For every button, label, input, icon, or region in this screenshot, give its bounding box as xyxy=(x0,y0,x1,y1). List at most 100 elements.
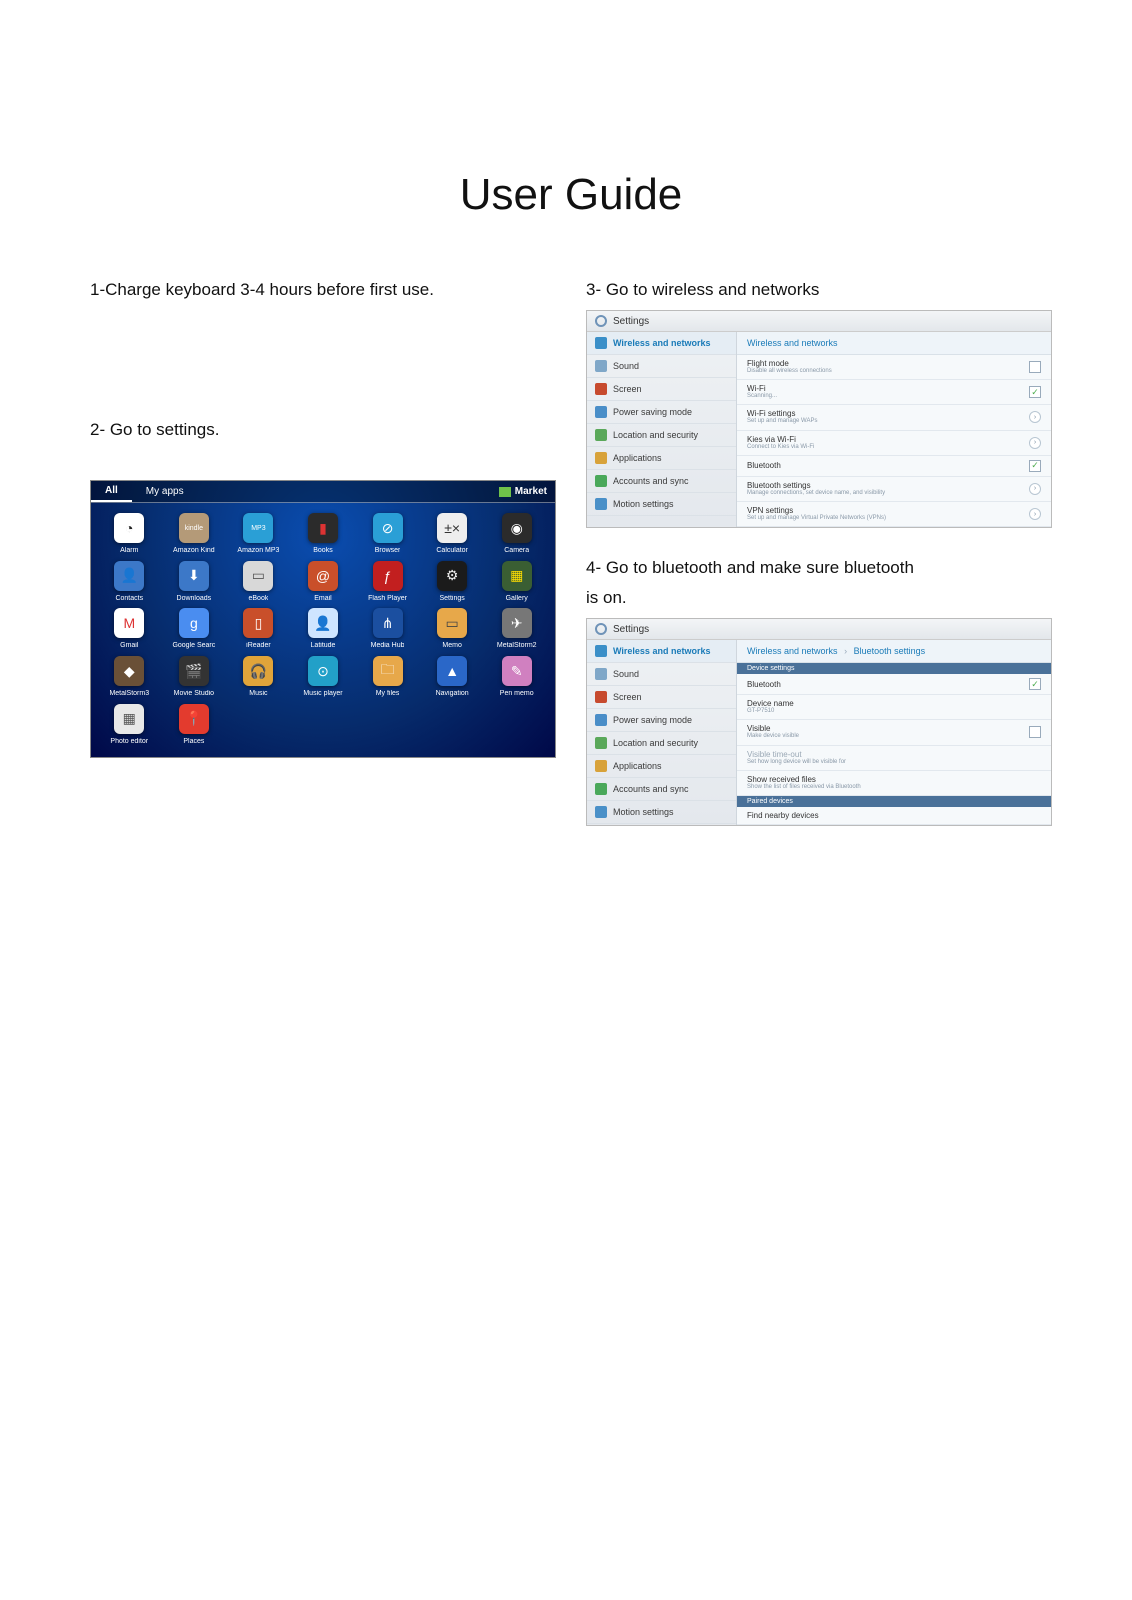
row-sub: Scanning... xyxy=(747,393,1029,400)
app-settings[interactable]: ⚙Settings xyxy=(422,561,483,603)
breadcrumb-1[interactable]: Wireless and networks xyxy=(747,646,838,656)
app-movie-studio[interactable]: 🎬Movie Studio xyxy=(164,656,225,698)
sidebar-item-wireless-and-networks[interactable]: Wireless and networks xyxy=(587,640,736,663)
app-memo[interactable]: ▭Memo xyxy=(422,608,483,650)
sidebar-icon xyxy=(595,452,607,464)
row-wi-fi-settings[interactable]: Wi-Fi settingsSet up and manage WAPs› xyxy=(737,405,1051,430)
app-alarm[interactable]: ◔Alarm xyxy=(99,513,160,555)
app-label: Email xyxy=(314,595,332,603)
row-bluetooth-settings[interactable]: Bluetooth settingsManage connections, se… xyxy=(737,477,1051,502)
app-places[interactable]: 📍Places xyxy=(164,704,225,746)
app-gmail[interactable]: MGmail xyxy=(99,608,160,650)
checkbox-on-icon[interactable]: ✓ xyxy=(1029,678,1041,690)
sidebar-item-sound[interactable]: Sound xyxy=(587,355,736,378)
app-metalstorm2[interactable]: ✈MetalStorm2 xyxy=(486,608,547,650)
row-visible[interactable]: Visible Make device visible ✓ xyxy=(737,720,1051,745)
app-label: Photo editor xyxy=(110,738,148,746)
sidebar-item-accounts-and-sync[interactable]: Accounts and sync xyxy=(587,470,736,493)
app-photo-editor[interactable]: ▦Photo editor xyxy=(99,704,160,746)
sidebar-item-power-saving-mode[interactable]: Power saving mode xyxy=(587,401,736,424)
sidebar-item-power-saving-mode[interactable]: Power saving mode xyxy=(587,709,736,732)
sidebar-item-accounts-and-sync[interactable]: Accounts and sync xyxy=(587,778,736,801)
sidebar-item-applications[interactable]: Applications xyxy=(587,447,736,470)
page-title: User Guide xyxy=(90,170,1052,220)
row-bluetooth[interactable]: Bluetooth ✓ xyxy=(737,674,1051,695)
app-amazon-mp3[interactable]: MP3Amazon MP3 xyxy=(228,513,289,555)
app-my-files[interactable]: 🗀My files xyxy=(357,656,418,698)
app-label: Media Hub xyxy=(371,642,405,650)
sidebar-icon xyxy=(595,806,607,818)
row-sub: Show the list of files received via Blue… xyxy=(747,784,1041,791)
sidebar-item-sound[interactable]: Sound xyxy=(587,663,736,686)
row-title: Bluetooth settings xyxy=(747,481,1029,490)
app-media-hub[interactable]: ⋔Media Hub xyxy=(357,608,418,650)
row-device-name[interactable]: Device name GT-P7510 xyxy=(737,695,1051,720)
app-label: Google Searc xyxy=(172,642,215,650)
app-latitude[interactable]: 👤Latitude xyxy=(293,608,354,650)
app-books[interactable]: ▮Books xyxy=(293,513,354,555)
app-label: Downloads xyxy=(177,595,212,603)
sidebar-item-screen[interactable]: Screen xyxy=(587,378,736,401)
app-calculator[interactable]: ±×Calculator xyxy=(422,513,483,555)
app-ebook[interactable]: ▭eBook xyxy=(228,561,289,603)
step-4-text-a: 4- Go to bluetooth and make sure bluetoo… xyxy=(586,558,1052,578)
app-navigation[interactable]: ▲Navigation xyxy=(422,656,483,698)
app-label: Gmail xyxy=(120,642,138,650)
app-label: Music player xyxy=(303,690,342,698)
app-label: MetalStorm3 xyxy=(109,690,149,698)
row-flight-mode[interactable]: Flight modeDisable all wireless connecti… xyxy=(737,355,1051,380)
sidebar-icon xyxy=(595,691,607,703)
row-find-nearby[interactable]: Find nearby devices xyxy=(737,807,1051,825)
sidebar-item-motion-settings[interactable]: Motion settings xyxy=(587,493,736,516)
sidebar-icon xyxy=(595,645,607,657)
tab-all[interactable]: All xyxy=(91,481,132,502)
sidebar-item-motion-settings[interactable]: Motion settings xyxy=(587,801,736,824)
app-metalstorm3[interactable]: ◆ MetalStorm3 xyxy=(99,656,160,698)
app-icon: ◆ xyxy=(114,656,144,686)
row-title: Wi-Fi xyxy=(747,384,1029,393)
app-ireader[interactable]: ▯ iReader xyxy=(228,608,289,650)
checkbox-off-icon[interactable]: ✓ xyxy=(1029,361,1041,373)
row-bluetooth[interactable]: Bluetooth✓ xyxy=(737,456,1051,477)
sidebar-item-applications[interactable]: Applications xyxy=(587,755,736,778)
app-drawer-screenshot: All My apps Market ◔AlarmkindleAmazon Ki… xyxy=(90,480,556,758)
row-title: Wi-Fi settings xyxy=(747,409,1029,418)
app-camera[interactable]: ◉Camera xyxy=(486,513,547,555)
row-vpn-settings[interactable]: VPN settingsSet up and manage Virtual Pr… xyxy=(737,502,1051,527)
row-show-received[interactable]: Show received files Show the list of fil… xyxy=(737,771,1051,796)
checkbox-off-icon[interactable]: ✓ xyxy=(1029,726,1041,738)
tab-myapps[interactable]: My apps xyxy=(132,481,198,502)
breadcrumb-2: Bluetooth settings xyxy=(854,646,926,656)
row-kies-via-wi-fi[interactable]: Kies via Wi-FiConnect to Kies via Wi-Fi› xyxy=(737,431,1051,456)
app-label: Pen memo xyxy=(500,690,534,698)
app-amazon-kind[interactable]: kindleAmazon Kind xyxy=(164,513,225,555)
app-flash-player[interactable]: ƒFlash Player xyxy=(357,561,418,603)
app-label: iReader xyxy=(246,642,271,650)
market-icon xyxy=(499,487,511,497)
app-icon: ▯ xyxy=(243,608,273,638)
checkbox-on-icon[interactable]: ✓ xyxy=(1029,386,1041,398)
app-music[interactable]: 🎧Music xyxy=(228,656,289,698)
market-link[interactable]: Market xyxy=(499,486,555,497)
app-pen-memo[interactable]: ✎Pen memo xyxy=(486,656,547,698)
sidebar-item-location-and-security[interactable]: Location and security xyxy=(587,424,736,447)
sidebar-icon xyxy=(595,429,607,441)
app-label: Contacts xyxy=(115,595,143,603)
sidebar-item-label: Motion settings xyxy=(613,807,674,817)
app-icon: ▮ xyxy=(308,513,338,543)
app-browser[interactable]: ⊘Browser xyxy=(357,513,418,555)
sidebar-item-location-and-security[interactable]: Location and security xyxy=(587,732,736,755)
sidebar-item-screen[interactable]: Screen xyxy=(587,686,736,709)
app-icon: 🗀 xyxy=(373,656,403,686)
sidebar-item-wireless-and-networks[interactable]: Wireless and networks xyxy=(587,332,736,355)
row-wi-fi[interactable]: Wi-FiScanning...✓ xyxy=(737,380,1051,405)
checkbox-on-icon[interactable]: ✓ xyxy=(1029,460,1041,472)
app-contacts[interactable]: 👤Contacts xyxy=(99,561,160,603)
chevron-right-icon: › xyxy=(1029,437,1041,449)
app-downloads[interactable]: ⬇Downloads xyxy=(164,561,225,603)
app-music-player[interactable]: ⊙Music player xyxy=(293,656,354,698)
app-icon: ▦ xyxy=(502,561,532,591)
app-google-searc[interactable]: gGoogle Searc xyxy=(164,608,225,650)
app-email[interactable]: @Email xyxy=(293,561,354,603)
app-gallery[interactable]: ▦Gallery xyxy=(486,561,547,603)
